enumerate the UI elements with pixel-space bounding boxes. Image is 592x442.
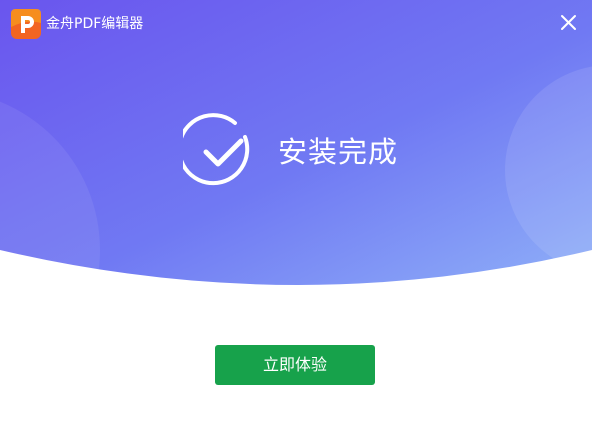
- close-icon[interactable]: [554, 8, 582, 36]
- install-complete-message: 安装完成: [278, 135, 399, 169]
- hero-banner: 金舟PDF编辑器 安装完成: [0, 0, 592, 300]
- installer-window: 金舟PDF编辑器 安装完成 立即体验: [0, 0, 592, 442]
- window-title: 金舟PDF编辑器: [46, 16, 144, 32]
- pdf-editor-logo-icon: [11, 9, 41, 39]
- try-now-button[interactable]: 立即体验: [215, 345, 375, 385]
- check-circle-icon: [183, 113, 250, 186]
